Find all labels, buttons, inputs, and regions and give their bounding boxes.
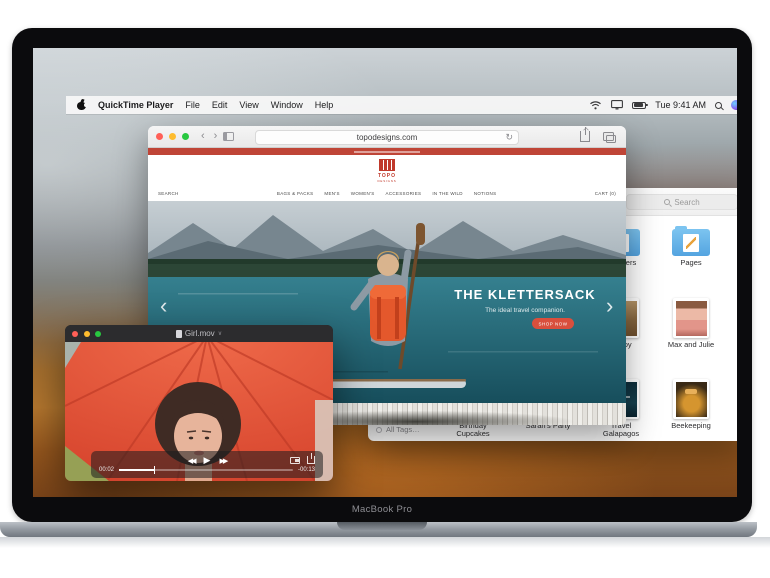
menu-window[interactable]: Window	[271, 100, 303, 110]
file-label: Beekeeping	[671, 421, 711, 430]
finder-item-max-and-julie[interactable]: Max and Julie	[663, 298, 719, 349]
remaining-time: -00:13	[297, 467, 315, 473]
share-icon[interactable]	[307, 453, 315, 464]
quicktime-window: Girl.mov ∨ ◀◀ ▶ ▶▶ 00:02 -00:13	[65, 325, 333, 481]
wifi-icon[interactable]	[589, 100, 602, 110]
pip-icon[interactable]	[290, 456, 300, 464]
share-icon[interactable]	[580, 127, 590, 142]
tag-circle-icon	[376, 426, 382, 433]
apple-menu-icon[interactable]	[77, 98, 88, 110]
laptop-lid-notch	[337, 522, 427, 530]
menu-bar: QuickTime Player File Edit View Window H…	[66, 96, 737, 114]
battery-icon[interactable]	[632, 101, 649, 109]
tabs-icon[interactable]	[603, 132, 616, 143]
file-label: Pages	[680, 258, 702, 267]
zoom-button[interactable]	[182, 133, 189, 140]
nav-item[interactable]: WOMEN'S	[351, 191, 375, 196]
search-icon	[664, 199, 671, 205]
menu-file[interactable]: File	[185, 100, 200, 110]
playhead[interactable]	[153, 466, 156, 474]
chevron-down-icon[interactable]: ∨	[218, 330, 222, 337]
elapsed-time: 00:02	[99, 467, 115, 473]
folder-icon	[672, 226, 710, 256]
playback-controls: ◀◀ ▶ ▶▶ 00:02 -00:13	[91, 451, 323, 478]
video-frame: ◀◀ ▶ ▶▶ 00:02 -00:13	[65, 335, 333, 481]
finder-item-beekeeping[interactable]: Beekeeping	[663, 379, 719, 430]
display-icon[interactable]	[611, 100, 624, 110]
address-bar[interactable]: topodesigns.com ↻	[255, 129, 519, 145]
hero-cta-label: SHOP NOW	[539, 322, 568, 327]
topo-logo[interactable]: TOPO DESIGNS	[148, 159, 626, 183]
promo-banner	[148, 148, 626, 155]
nav-search-link[interactable]: SEARCH	[158, 191, 179, 196]
photo-thumbnail-icon	[673, 379, 709, 419]
site-header: TOPO DESIGNS SEARCH BAGS & PACKS MEN'S W…	[148, 155, 626, 201]
safari-toolbar[interactable]: ‹ › topodesigns.com ↻	[148, 126, 626, 148]
search-placeholder: Search	[674, 197, 700, 207]
forward-icon[interactable]: ›	[214, 131, 218, 142]
site-nav: SEARCH BAGS & PACKS MEN'S WOMEN'S ACCESS…	[158, 191, 616, 196]
finder-item-pages[interactable]: Pages	[663, 226, 719, 267]
menu-edit[interactable]: Edit	[212, 100, 228, 110]
reload-icon[interactable]: ↻	[505, 132, 513, 143]
carousel-next-arrow[interactable]: ›	[606, 293, 613, 318]
menu-help[interactable]: Help	[315, 100, 334, 110]
play-icon[interactable]: ▶	[204, 455, 211, 466]
sidebar-icon[interactable]	[223, 132, 235, 141]
fast-forward-icon[interactable]: ▶▶	[219, 457, 228, 465]
file-label: Max and Julie	[667, 340, 715, 349]
close-button[interactable]	[156, 133, 163, 140]
nav-item[interactable]: IN THE WILD	[432, 191, 462, 196]
nav-item[interactable]: NOTIONS	[474, 191, 497, 196]
laptop-shadow	[0, 537, 770, 548]
window-controls	[148, 133, 189, 140]
photo-thumbnail-icon	[673, 298, 709, 338]
macbook-pro-photo: Search Numbers Pages Puppy Max and Julie	[0, 0, 770, 578]
window-title: Girl.mov	[184, 329, 215, 338]
desktop-wallpaper: Search Numbers Pages Puppy Max and Julie	[33, 48, 737, 497]
topo-logo-icon	[379, 159, 395, 171]
hero-subtitle-svg: The ideal travel companion.	[485, 307, 565, 314]
siri-icon[interactable]	[731, 100, 737, 110]
nav-item[interactable]: ACCESSORIES	[386, 191, 422, 196]
rewind-icon[interactable]: ◀◀	[188, 457, 197, 465]
spotlight-icon[interactable]	[715, 101, 722, 109]
device-label: MacBook Pro	[351, 504, 413, 515]
minimize-button[interactable]	[169, 133, 176, 140]
menu-bar-clock[interactable]: Tue 9:41 AM	[655, 100, 706, 110]
nav-item[interactable]: MEN'S	[324, 191, 339, 196]
menu-view[interactable]: View	[239, 100, 258, 110]
back-icon[interactable]: ‹	[201, 131, 205, 142]
scrubber[interactable]	[119, 466, 293, 474]
hero-title-svg: THE KLETTERSACK	[454, 287, 595, 302]
finder-search-input[interactable]: Search	[626, 194, 737, 210]
nav-cart-link[interactable]: CART (0)	[595, 191, 616, 196]
all-tags-filter[interactable]: All Tags…	[376, 425, 420, 434]
movie-file-icon	[175, 329, 182, 338]
quicktime-titlebar[interactable]: Girl.mov ∨	[65, 325, 333, 342]
carousel-prev-arrow[interactable]: ‹	[160, 293, 167, 318]
nav-item[interactable]: BAGS & PACKS	[277, 191, 314, 196]
app-menu-title[interactable]: QuickTime Player	[98, 100, 173, 110]
